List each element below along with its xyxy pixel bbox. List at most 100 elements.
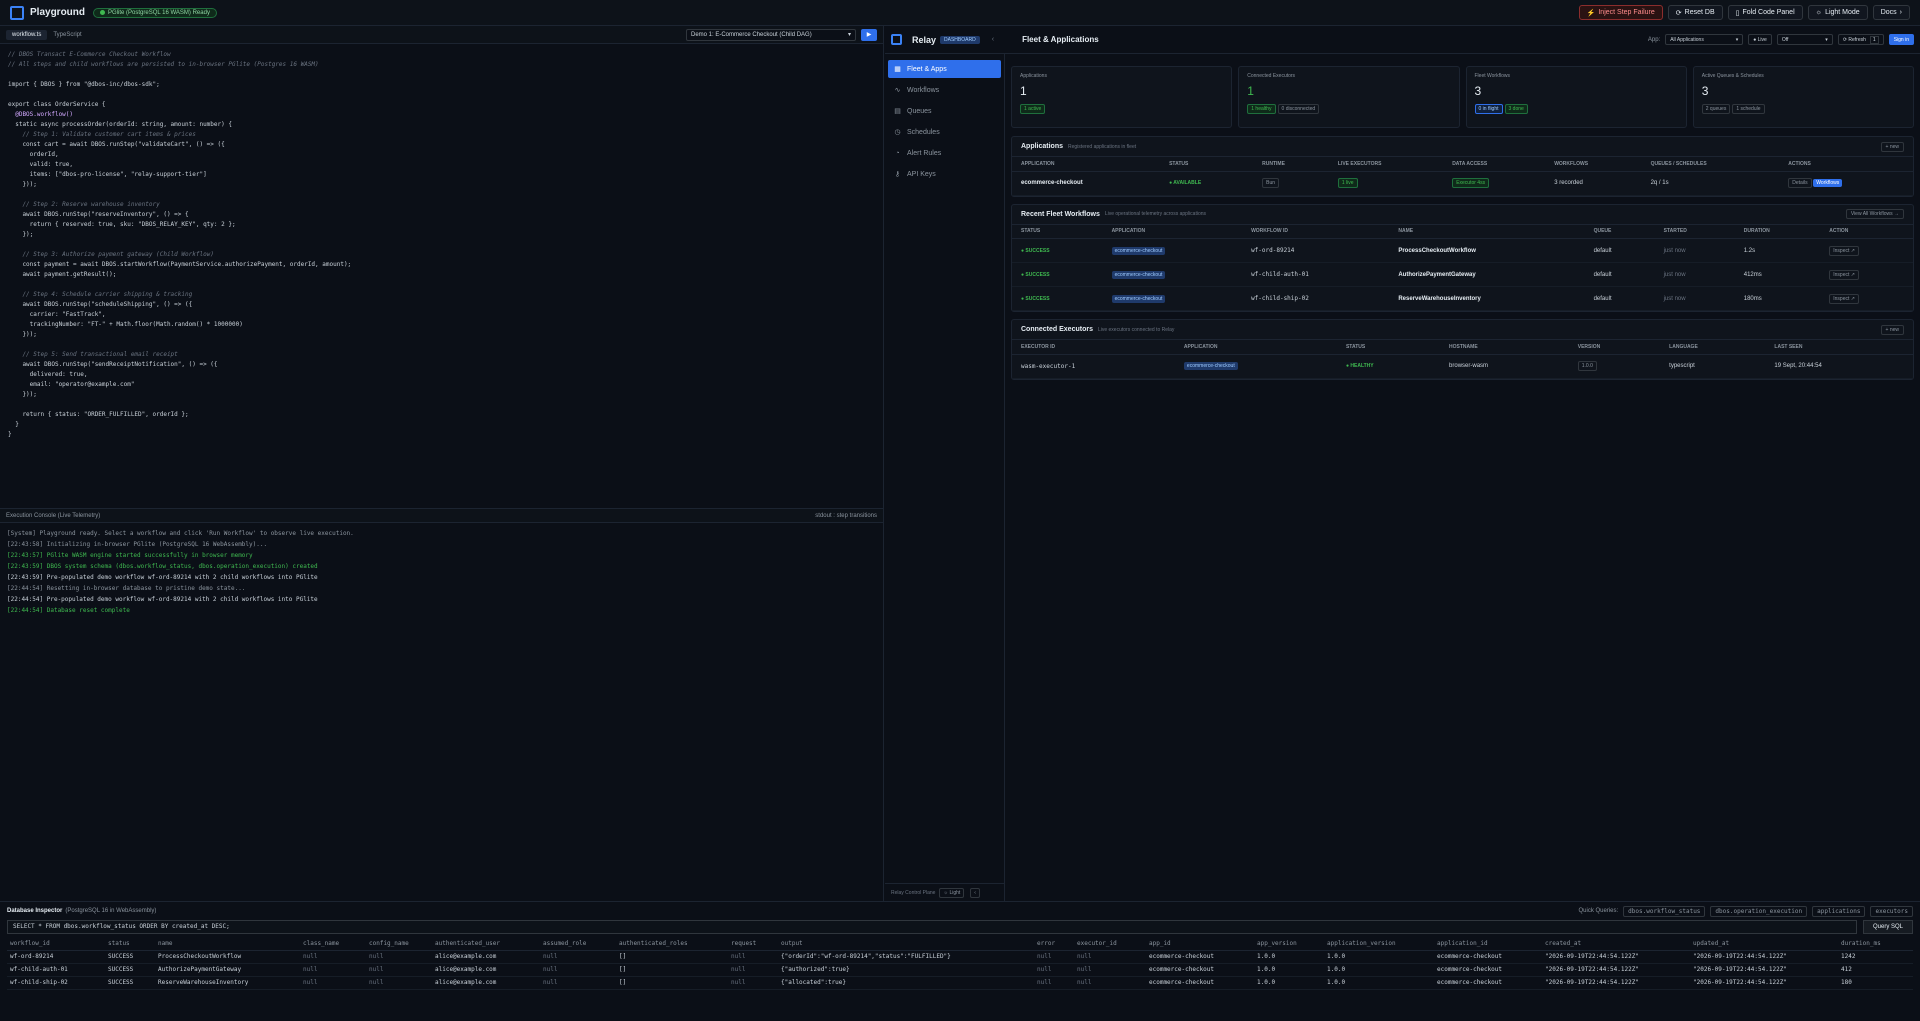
sidebar-item-queues[interactable]: ▤ Queues [888,102,1001,120]
quick-queries-label: Quick Queries: [1578,908,1619,914]
column-header: EXECUTOR ID [1012,340,1175,355]
inspect-button[interactable]: Inspect ↗ [1829,293,1859,304]
quick-query-executors[interactable]: executors [1870,905,1913,917]
light-mode-button[interactable]: ☼ Light Mode [1807,5,1868,20]
workflow-started: just now [1654,286,1735,311]
sign-in-button[interactable]: Sign in [1888,34,1914,45]
app-name[interactable]: ecommerce-checkout [1012,171,1161,196]
table-row[interactable]: ecommerce-checkout ● AVAILABLE Bun 1 liv… [1012,171,1913,196]
table-row[interactable]: wf-child-ship-02 SUCCESS ReserveWarehouseI… [7,976,1913,990]
query-sql-button[interactable]: Query SQL [1863,920,1913,934]
console-line: [22:44:54] Resetting in-browser database… [7,585,246,592]
quick-query-operation-execution[interactable]: dbos.operation_execution [1710,905,1808,917]
new-executor-button[interactable]: + new [1880,324,1904,335]
console-title: Execution Console (Live Telemetry) [6,512,101,519]
editor-tabs: workflow.ts TypeScript Demo 1: E-Commerc… [0,26,883,44]
executor-language: typescript [1660,354,1766,379]
db-title: Database Inspector [7,908,63,914]
db-cell: null [300,950,366,964]
code-line: trackingNumber: "FT-" + Math.floor(Math.… [8,321,243,328]
sidebar-item-workflows[interactable]: ∿ Workflows [888,81,1001,99]
executor-app-badge: ecommerce-checkout [1183,362,1238,370]
inject-failure-button[interactable]: ⚡ Inject Step Failure [1578,5,1663,20]
stat-label: Fleet Workflows [1474,73,1510,79]
sql-query-input[interactable]: SELECT * FROM dbos.workflow_status ORDER… [7,920,1857,934]
executors-table: EXECUTOR ID APPLICATION STATUS HOSTNAME VERS… [1012,340,1913,379]
stats-row: Applications 1 1 active Connected Executors… [1011,66,1914,128]
column-header: WORKFLOW ID [1242,224,1390,239]
db-cell: "2026-09-19T22:44:54.122Z" [1542,976,1690,990]
table-row[interactable]: ● SUCCESS ecommerce-checkout wf-child-auth… [1012,262,1913,287]
applications-panel: Applications Registered applications in … [1011,136,1914,197]
run-workflow-button[interactable]: ▶ [861,28,877,41]
demo-select[interactable]: Demo 1: E-Commerce Checkout (Child DAG) ▾ [686,28,856,41]
app-status-badge: ● AVAILABLE [1169,180,1202,186]
table-row[interactable]: ● SUCCESS ecommerce-checkout wf-child-ship… [1012,286,1913,311]
code-line: // Step 3: Authorize payment gateway (Ch… [8,251,214,258]
code-editor[interactable]: // DBOS Transact E-Commerce Checkout Wor… [0,44,883,508]
stat-card: Connected Executors 1 1 healthy 0 disconnec… [1238,66,1460,128]
code-line: })); [8,331,37,338]
column-header: WORKFLOWS [1545,157,1642,172]
view-all-workflows-button[interactable]: View All Workflows → [1845,209,1904,219]
db-cell: null [540,976,616,990]
db-cell: 412 [1838,963,1913,977]
collapse-icon[interactable]: ‹ [992,36,994,43]
sidebar-item-fleet[interactable]: ▦ Fleet & Apps [888,60,1001,78]
db-cell: null [300,963,366,977]
workflow-queue: default [1584,262,1655,287]
column-header: status [105,938,155,951]
relay-name: Relay [912,34,937,45]
sidebar-item-schedules[interactable]: ◷ Schedules [888,123,1001,141]
column-header: LIVE EXECUTORS [1328,157,1444,172]
table-row[interactable]: ● SUCCESS ecommerce-checkout wf-ord-89214 P… [1012,238,1913,263]
refresh-interval-select[interactable]: Off ▾ [1776,34,1833,45]
chevron-down-icon: ▾ [1735,36,1739,43]
stat-chips: 0 in flight 3 done [1474,104,1678,114]
code-line: email: "operator@example.com" [8,381,135,388]
quick-query-workflow-status[interactable]: dbos.workflow_status [1623,905,1706,917]
workflow-status-text: SUCCESS [1025,247,1050,254]
table-row[interactable]: wf-ord-89214 SUCCESS ProcessCheckoutWorkfl… [7,950,1913,964]
inspect-button[interactable]: Inspect ↗ [1829,245,1859,256]
executors-panel: Connected Executors Live executors conne… [1011,319,1914,380]
grid-icon: ▦ [894,66,901,73]
db-cell: ecommerce-checkout [1146,950,1254,964]
new-application-button[interactable]: + new [1880,141,1904,152]
code-line: await payment.getResult(); [8,271,117,278]
data-access-badge: Executor 4ss [1452,178,1490,188]
column-header: config_name [366,938,432,951]
db-cell: null [366,950,432,964]
column-header: class_name [300,938,366,951]
refresh-icon: ⟳ [1675,9,1682,17]
details-button[interactable]: Details [1788,178,1812,188]
db-cell: null [1034,976,1074,990]
db-cell: "2026-09-19T22:44:54.122Z" [1542,950,1690,964]
db-cell: null [366,963,432,977]
table-row[interactable]: wf-child-auth-01 SUCCESS AuthorizePaymentG… [7,963,1913,977]
sidebar-item-api-keys[interactable]: ⚷ API Keys [888,165,1001,183]
db-cell: wf-ord-89214 [7,950,105,964]
stat-chip: 2 queues [1701,104,1731,114]
footer-light-toggle[interactable]: ☼ Light [939,887,965,898]
fold-code-button[interactable]: ▯ Fold Code Panel [1727,5,1803,20]
workflows-button[interactable]: Workflows [1813,179,1843,187]
reset-db-button[interactable]: ⟳ Reset DB [1667,5,1723,20]
sidebar-item-alert-rules[interactable]: ◔ Alert Rules [888,144,1001,162]
refresh-button[interactable]: ⟳ Refresh 1 [1837,34,1884,45]
code-line: return { status: "ORDER_FULFILLED", orde… [8,411,189,418]
table-row[interactable]: wasm-executor-1 ecommerce-checkout ● HEA… [1012,354,1913,379]
app-filter-select[interactable]: All Applications ▾ [1665,34,1744,45]
inspect-button[interactable]: Inspect ↗ [1829,269,1859,280]
footer-collapse-icon[interactable]: ‹ [970,887,980,898]
docs-button[interactable]: Docs › [1872,5,1910,20]
live-toggle[interactable]: ● Live [1748,34,1772,45]
quick-query-applications[interactable]: applications [1812,905,1866,917]
tab-workflow-ts[interactable]: workflow.ts [6,29,48,40]
tab-typescript[interactable]: TypeScript [47,30,87,40]
db-cell: 1.0.0 [1254,950,1324,964]
column-header: QUEUE [1584,224,1655,239]
live-badge: 1 live [1337,178,1358,188]
